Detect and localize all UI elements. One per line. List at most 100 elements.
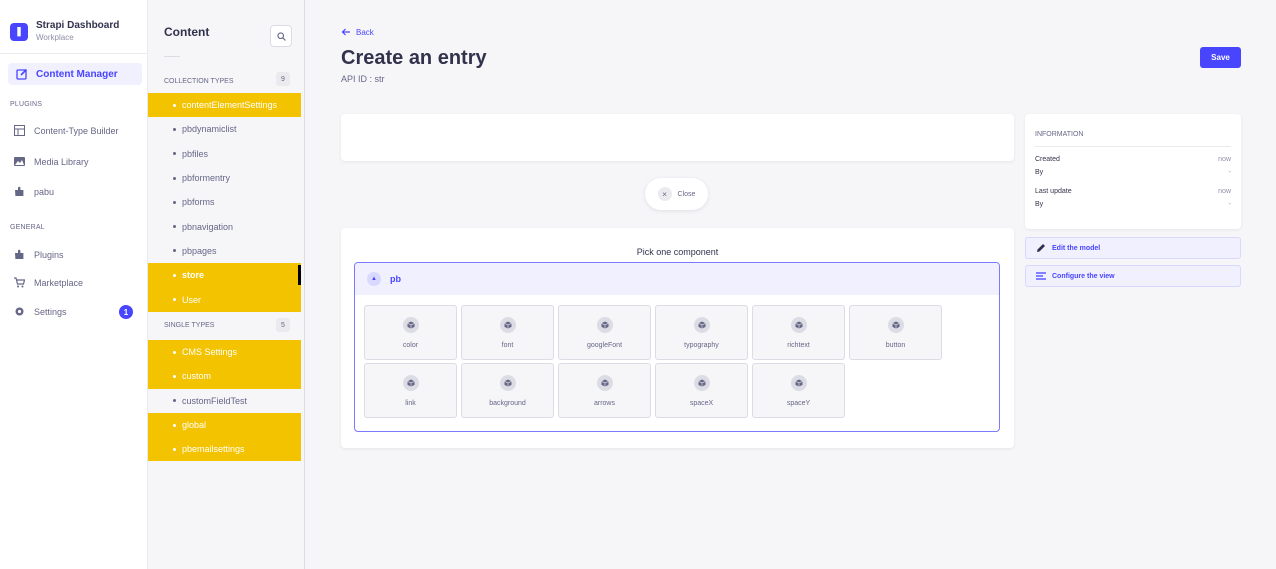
content-type-item[interactable]: custom xyxy=(148,364,301,389)
content-type-item[interactable]: CMS Settings xyxy=(148,340,301,365)
close-label: Close xyxy=(677,190,696,198)
cart-icon xyxy=(14,277,25,288)
content-type-item[interactable]: customFieldTest xyxy=(148,389,301,413)
component-label: richtext xyxy=(787,341,810,349)
brand-title: Strapi Dashboard xyxy=(36,20,120,31)
component-label: spaceX xyxy=(689,399,714,407)
cube-icon xyxy=(596,374,613,391)
component-card[interactable]: googleFont xyxy=(558,305,651,360)
edit-model-button[interactable]: Edit the model xyxy=(1025,237,1241,259)
bullet-icon xyxy=(173,350,176,354)
content-type-item[interactable]: store xyxy=(148,263,301,288)
nav-item-label: Settings xyxy=(34,306,67,317)
component-card[interactable]: link xyxy=(364,363,457,418)
nav-item-pabu[interactable]: pabu xyxy=(14,186,54,197)
group-header[interactable]: ▲ pb xyxy=(355,263,999,295)
info-row-created: Created now xyxy=(1035,156,1231,163)
component-card[interactable]: typography xyxy=(655,305,748,360)
nav-item-label: Content Manager xyxy=(36,68,118,80)
info-row-created-by: By - xyxy=(1035,169,1231,176)
content-type-label: User xyxy=(182,294,202,305)
cube-icon xyxy=(402,374,419,391)
nav-item-content-type-builder[interactable]: Content-Type Builder xyxy=(14,125,119,136)
content-type-label: contentElementSettings xyxy=(182,100,278,111)
content-type-item[interactable]: pbnavigation xyxy=(148,214,301,238)
pencil-square-icon xyxy=(16,68,28,80)
cube-icon xyxy=(499,316,516,333)
nav-item-media-library[interactable]: Media Library xyxy=(14,156,89,167)
bullet-icon xyxy=(173,103,176,107)
bullet-icon xyxy=(173,374,176,378)
component-card[interactable]: richtext xyxy=(752,305,845,360)
component-label: link xyxy=(405,399,416,407)
component-card[interactable]: button xyxy=(849,305,942,360)
bullet-icon xyxy=(173,273,176,277)
content-type-item[interactable]: pbfiles xyxy=(148,142,301,166)
content-type-item[interactable]: User xyxy=(148,287,301,312)
save-button[interactable]: Save xyxy=(1200,47,1241,68)
info-row-updated-by: By - xyxy=(1035,201,1231,208)
cube-icon xyxy=(402,316,419,333)
content-type-label: custom xyxy=(182,371,212,382)
content-type-item[interactable]: pbforms xyxy=(148,190,301,214)
component-label: color xyxy=(402,341,419,349)
content-type-label: store xyxy=(182,270,205,281)
chevron-up-icon: ▲ xyxy=(367,272,381,286)
content-type-label: pbemailsettings xyxy=(182,444,245,455)
dynamic-zone-card xyxy=(341,114,1014,161)
nav-item-plugins[interactable]: Plugins xyxy=(14,249,64,260)
notification-badge: 1 xyxy=(119,305,133,319)
nav-item-marketplace[interactable]: Marketplace xyxy=(14,277,83,288)
bullet-icon xyxy=(173,127,176,131)
cube-icon xyxy=(790,374,807,391)
page-title: Create an entry xyxy=(341,47,487,69)
main-navigation: ❚ Strapi Dashboard Workplace Content Man… xyxy=(0,0,148,569)
content-type-item[interactable]: contentElementSettings xyxy=(148,93,301,118)
nav-item-label: Content-Type Builder xyxy=(34,125,119,136)
content-type-item[interactable]: pbdynamiclist xyxy=(148,117,301,141)
info-label: By xyxy=(1035,201,1044,208)
component-card[interactable]: arrows xyxy=(558,363,651,418)
component-card[interactable]: background xyxy=(461,363,554,418)
configure-view-button[interactable]: Configure the view xyxy=(1025,265,1241,287)
nav-item-content-manager[interactable]: Content Manager xyxy=(8,63,142,85)
group-name: pb xyxy=(390,274,401,284)
search-button[interactable] xyxy=(270,25,292,47)
single-types-count: 5 xyxy=(276,318,290,332)
layout-icon xyxy=(14,125,25,136)
single-types-label: SINGLE TYPES xyxy=(164,322,215,329)
content-type-label: pbdynamiclist xyxy=(182,124,237,135)
component-card[interactable]: font xyxy=(461,305,554,360)
search-icon xyxy=(276,31,286,41)
info-label: Created xyxy=(1035,156,1060,163)
cube-icon xyxy=(596,316,613,333)
content-type-label: global xyxy=(182,420,207,431)
content-type-item[interactable]: global xyxy=(148,412,301,438)
component-grid: color font googleFont typography richtext but… xyxy=(364,305,942,418)
gear-icon xyxy=(15,307,24,316)
back-label: Back xyxy=(356,27,374,37)
content-type-item[interactable]: pbpages xyxy=(148,239,301,263)
component-card[interactable]: color xyxy=(364,305,457,360)
component-label: font xyxy=(501,341,514,349)
bullet-icon xyxy=(173,249,176,253)
content-type-item[interactable]: pbformentry xyxy=(148,166,301,190)
back-link[interactable]: Back xyxy=(341,27,374,37)
bullet-icon xyxy=(173,152,176,156)
close-icon: × xyxy=(657,187,672,201)
nav-item-label: Marketplace xyxy=(34,277,84,288)
arrow-left-icon xyxy=(341,28,350,36)
content-type-item[interactable]: pbemailsettings xyxy=(148,437,301,462)
information-panel: INFORMATION Created now By - Last update… xyxy=(1025,114,1241,229)
component-card[interactable]: spaceX xyxy=(655,363,748,418)
nav-item-settings[interactable]: Settings xyxy=(14,306,67,317)
close-button[interactable]: × Close xyxy=(645,178,708,210)
component-label: typography xyxy=(684,341,719,349)
content-type-label: pbformentry xyxy=(182,173,231,184)
picker-title: Pick one component xyxy=(636,247,719,257)
bullet-icon xyxy=(173,399,176,403)
component-card[interactable]: spaceY xyxy=(752,363,845,418)
component-label: background xyxy=(489,399,526,407)
brand[interactable]: ❚ Strapi Dashboard Workplace xyxy=(0,0,147,54)
info-row-last-update: Last update now xyxy=(1035,188,1231,195)
